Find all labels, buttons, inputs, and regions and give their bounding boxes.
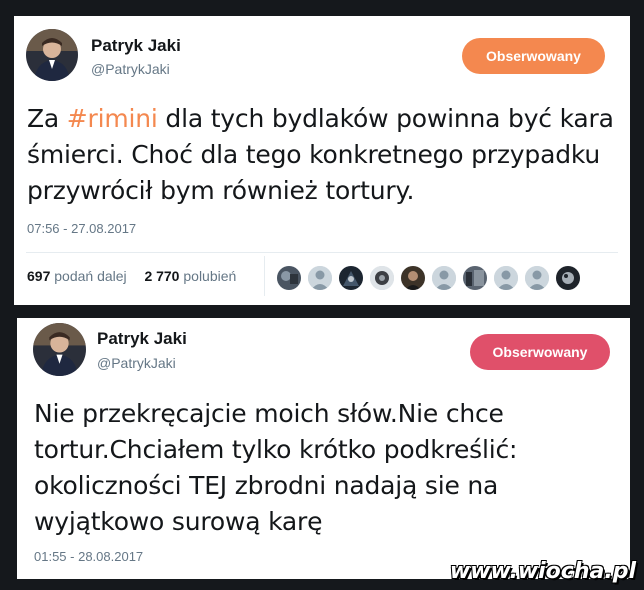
tweet-stats: 697 podań dalej 2 770 polubień <box>27 268 236 284</box>
tweet-text-start: Za <box>27 104 67 133</box>
tweet-timestamp[interactable]: 07:56 - 27.08.2017 <box>27 221 136 236</box>
tweet-card: Patryk Jaki @PatrykJaki Obserwowany Za #… <box>14 16 630 305</box>
avatar[interactable] <box>33 323 86 376</box>
tweet-card: Patryk Jaki @PatrykJaki Obserwowany Nie … <box>17 318 630 579</box>
author-handle[interactable]: @PatrykJaki <box>97 355 176 371</box>
liker-avatar[interactable] <box>400 265 426 291</box>
default-avatar-icon[interactable] <box>524 265 550 291</box>
default-avatar-icon[interactable] <box>493 265 519 291</box>
divider <box>264 256 265 296</box>
tweet-text: Nie przekręcajcie moich słów.Nie chce to… <box>34 399 518 536</box>
like-label[interactable]: polubień <box>183 268 236 284</box>
tweet-text: Za #rimini dla tych bydlaków powinna być… <box>27 101 622 209</box>
watermark-logo: www.wiocha.pl <box>449 559 636 584</box>
default-avatar-icon[interactable] <box>307 265 333 291</box>
default-avatar-icon[interactable] <box>431 265 457 291</box>
tweet-timestamp[interactable]: 01:55 - 28.08.2017 <box>34 549 143 564</box>
liker-avatar[interactable] <box>555 265 581 291</box>
divider <box>26 252 618 253</box>
author-name[interactable]: Patryk Jaki <box>97 329 187 349</box>
following-button[interactable]: Obserwowany <box>470 334 610 370</box>
hashtag-link[interactable]: #rimini <box>67 104 158 133</box>
liker-avatar[interactable] <box>338 265 364 291</box>
liker-avatar[interactable] <box>276 265 302 291</box>
retweet-count[interactable]: 697 <box>27 268 50 284</box>
author-name[interactable]: Patryk Jaki <box>91 36 181 56</box>
liker-avatar[interactable] <box>462 265 488 291</box>
like-count[interactable]: 2 770 <box>144 268 179 284</box>
author-handle[interactable]: @PatrykJaki <box>91 61 170 77</box>
following-button[interactable]: Obserwowany <box>462 38 605 74</box>
avatar[interactable] <box>26 29 78 81</box>
retweet-label[interactable]: podań dalej <box>54 268 126 284</box>
liker-avatar[interactable] <box>369 265 395 291</box>
